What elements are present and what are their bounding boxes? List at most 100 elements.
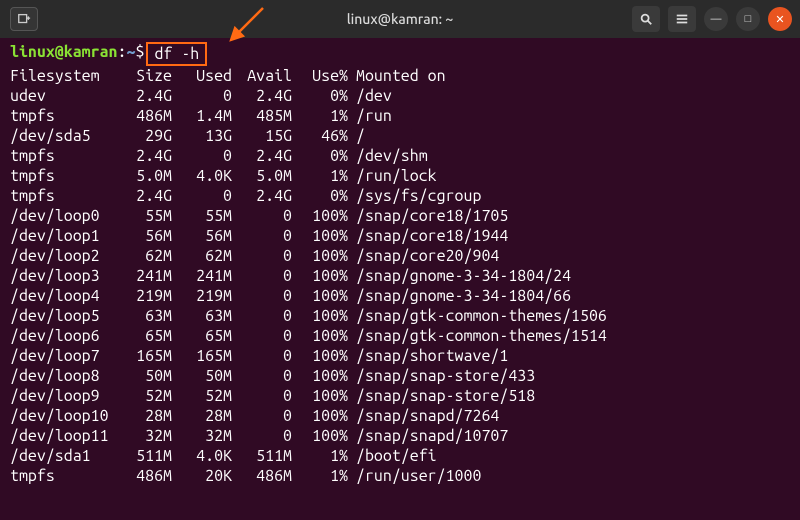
cell-usepct: 1% (292, 106, 348, 126)
table-row: /dev/sda529G13G15G46%/ (10, 126, 790, 146)
cell-size: 28M (120, 406, 172, 426)
cell-avail: 0 (232, 366, 292, 386)
table-row: tmpfs2.4G02.4G0%/sys/fs/cgroup (10, 186, 790, 206)
prompt-line: linux@kamran:~$ df -h (10, 42, 790, 66)
search-icon (639, 12, 653, 26)
table-row: /dev/loop1132M32M0100%/snap/snapd/10707 (10, 426, 790, 446)
table-row: /dev/loop262M62M0100%/snap/core20/904 (10, 246, 790, 266)
terminal-output[interactable]: linux@kamran:~$ df -h Filesystem Size Us… (0, 38, 800, 520)
titlebar: linux@kamran: ~ — □ ✕ (0, 0, 800, 38)
maximize-icon: □ (745, 13, 752, 25)
cell-avail: 485M (232, 106, 292, 126)
cell-mount: /snap/snap-store/433 (348, 366, 535, 386)
cell-used: 52M (172, 386, 232, 406)
minimize-icon: — (711, 13, 722, 25)
cell-mount: /snap/snapd/7264 (348, 406, 499, 426)
table-row: tmpfs2.4G02.4G0%/dev/shm (10, 146, 790, 166)
cell-avail: 0 (232, 306, 292, 326)
cell-avail: 0 (232, 406, 292, 426)
cell-mount: /snap/gtk-common-themes/1506 (348, 306, 607, 326)
cell-filesystem: /dev/loop7 (10, 346, 120, 366)
cell-used: 65M (172, 326, 232, 346)
cell-size: 55M (120, 206, 172, 226)
cell-used: 20K (172, 466, 232, 486)
cell-filesystem: /dev/loop8 (10, 366, 120, 386)
cell-used: 1.4M (172, 106, 232, 126)
cell-size: 511M (120, 446, 172, 466)
cell-size: 486M (120, 106, 172, 126)
cell-mount: /run/lock (348, 166, 437, 186)
hamburger-icon (675, 12, 689, 26)
cell-mount: /dev (348, 86, 392, 106)
cell-used: 0 (172, 146, 232, 166)
cell-filesystem: tmpfs (10, 146, 120, 166)
cell-used: 63M (172, 306, 232, 326)
cell-filesystem: udev (10, 86, 120, 106)
cell-filesystem: /dev/loop6 (10, 326, 120, 346)
cell-filesystem: tmpfs (10, 106, 120, 126)
table-row: /dev/loop055M55M0100%/snap/core18/1705 (10, 206, 790, 226)
command-text: df -h (154, 45, 199, 63)
cell-usepct: 1% (292, 446, 348, 466)
cell-usepct: 100% (292, 306, 348, 326)
cell-avail: 486M (232, 466, 292, 486)
new-tab-icon (17, 12, 31, 26)
close-icon: ✕ (775, 13, 784, 26)
close-button[interactable]: ✕ (768, 7, 792, 31)
cell-usepct: 100% (292, 386, 348, 406)
cell-avail: 0 (232, 326, 292, 346)
cell-avail: 5.0M (232, 166, 292, 186)
cell-usepct: 100% (292, 206, 348, 226)
cell-avail: 0 (232, 206, 292, 226)
cell-usepct: 100% (292, 286, 348, 306)
menu-button[interactable] (668, 6, 696, 32)
cell-size: 2.4G (120, 86, 172, 106)
cell-size: 65M (120, 326, 172, 346)
cell-size: 2.4G (120, 186, 172, 206)
col-header-size: Size (120, 66, 172, 86)
cell-usepct: 46% (292, 126, 348, 146)
cell-mount: /snap/gtk-common-themes/1514 (348, 326, 607, 346)
cell-size: 50M (120, 366, 172, 386)
cell-used: 4.0K (172, 166, 232, 186)
cell-size: 62M (120, 246, 172, 266)
prompt-colon: : (118, 42, 127, 66)
col-header-usepct: Use% (292, 66, 348, 86)
new-tab-button[interactable] (10, 7, 38, 31)
table-row: tmpfs5.0M4.0K5.0M1%/run/lock (10, 166, 790, 186)
table-row: /dev/loop1028M28M0100%/snap/snapd/7264 (10, 406, 790, 426)
cell-size: 56M (120, 226, 172, 246)
cell-mount: /snap/snapd/10707 (348, 426, 508, 446)
cell-used: 241M (172, 266, 232, 286)
table-row: tmpfs486M1.4M485M1%/run (10, 106, 790, 126)
cell-mount: /snap/gnome-3-34-1804/66 (348, 286, 571, 306)
table-row: /dev/loop3241M241M0100%/snap/gnome-3-34-… (10, 266, 790, 286)
cell-mount: /snap/core18/1944 (348, 226, 508, 246)
cell-filesystem: /dev/loop9 (10, 386, 120, 406)
minimize-button[interactable]: — (704, 7, 728, 31)
table-row: /dev/loop850M50M0100%/snap/snap-store/43… (10, 366, 790, 386)
cell-usepct: 0% (292, 186, 348, 206)
cell-used: 62M (172, 246, 232, 266)
cell-avail: 511M (232, 446, 292, 466)
cell-mount: /run (348, 106, 392, 126)
prompt-symbol: $ (135, 42, 144, 66)
cell-usepct: 100% (292, 266, 348, 286)
col-header-used: Used (172, 66, 232, 86)
cell-size: 63M (120, 306, 172, 326)
cell-size: 241M (120, 266, 172, 286)
table-row: /dev/loop665M65M0100%/snap/gtk-common-th… (10, 326, 790, 346)
cell-size: 29G (120, 126, 172, 146)
table-row: /dev/loop563M63M0100%/snap/gtk-common-th… (10, 306, 790, 326)
table-row: /dev/loop952M52M0100%/snap/snap-store/51… (10, 386, 790, 406)
cell-mount: /snap/snap-store/518 (348, 386, 535, 406)
col-header-filesystem: Filesystem (10, 66, 120, 86)
cell-usepct: 0% (292, 86, 348, 106)
cell-size: 165M (120, 346, 172, 366)
cell-filesystem: tmpfs (10, 186, 120, 206)
cell-size: 5.0M (120, 166, 172, 186)
search-button[interactable] (632, 6, 660, 32)
cell-avail: 2.4G (232, 146, 292, 166)
maximize-button[interactable]: □ (736, 7, 760, 31)
cell-avail: 0 (232, 346, 292, 366)
